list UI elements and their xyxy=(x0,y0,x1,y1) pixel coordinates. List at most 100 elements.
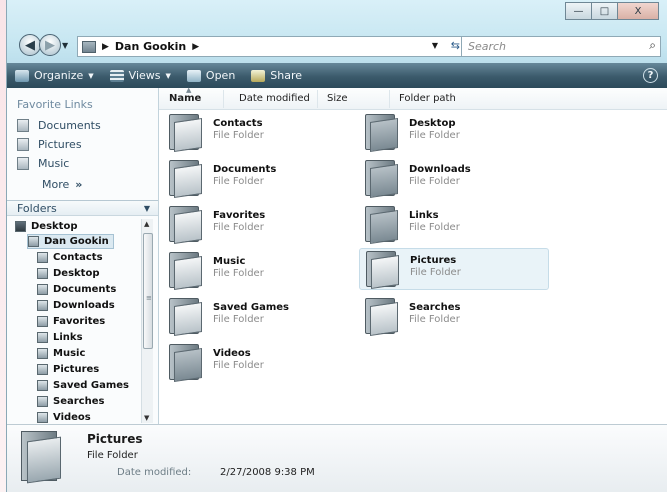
details-type: File Folder xyxy=(87,450,138,461)
grip-icon: ≡ xyxy=(146,294,152,302)
share-button[interactable]: Share xyxy=(243,63,310,88)
tree-item[interactable]: Music xyxy=(37,346,85,361)
share-icon xyxy=(251,69,266,82)
searches-folder-icon xyxy=(365,298,399,336)
tree-item[interactable]: Pictures xyxy=(37,362,99,377)
folder-item-searches[interactable]: Searches File Folder xyxy=(359,296,549,338)
desktop-folder-icon xyxy=(37,268,48,279)
tree-item[interactable]: Links xyxy=(37,330,83,345)
breadcrumb-dan-gookin[interactable]: Dan Gookin xyxy=(115,40,186,53)
double-chevron-icon: » xyxy=(75,177,83,191)
item-name: Links xyxy=(409,210,439,221)
tree-item[interactable]: Contacts xyxy=(37,250,103,265)
favorite-link-documents[interactable]: Documents xyxy=(7,116,158,135)
column-divider[interactable] xyxy=(317,90,318,108)
navigation-pane: Favorite Links Documents Pictures Music … xyxy=(7,88,159,424)
more-links-button[interactable]: More » xyxy=(7,173,158,195)
chevron-down-icon: ▼ xyxy=(88,71,94,80)
documents-icon xyxy=(37,284,48,295)
refresh-icon[interactable]: ⇆ xyxy=(451,39,460,52)
item-name: Saved Games xyxy=(213,302,290,313)
item-type: File Folder xyxy=(213,222,264,233)
forward-button[interactable]: ▶ xyxy=(39,34,61,56)
views-button[interactable]: Views ▼ xyxy=(102,63,179,88)
tree-scrollbar[interactable]: ▲ ≡ ▼ xyxy=(141,219,153,423)
music-icon xyxy=(37,348,48,359)
item-type: File Folder xyxy=(213,176,264,187)
folder-item-pictures[interactable]: Pictures File Folder xyxy=(359,248,549,290)
column-header-date-modified[interactable]: Date modified xyxy=(239,93,310,104)
favorite-links-heading: Favorite Links xyxy=(17,98,93,111)
tree-item[interactable]: Searches xyxy=(37,394,104,409)
tree-item[interactable]: Favorites xyxy=(37,314,105,329)
help-icon[interactable]: ? xyxy=(643,68,658,83)
folder-item-links[interactable]: Links File Folder xyxy=(359,204,549,246)
tree-item[interactable]: Desktop xyxy=(37,266,100,281)
tree-item[interactable]: Downloads xyxy=(37,298,115,313)
favorite-link-label: Documents xyxy=(38,119,101,132)
close-button[interactable]: X xyxy=(617,2,659,20)
caption-buttons: — □ X xyxy=(565,2,659,20)
address-bar[interactable]: ▶ Dan Gookin ▶ ▼ ⇆ xyxy=(77,36,465,57)
folder-item-videos[interactable]: Videos File Folder xyxy=(163,342,353,384)
address-dropdown-icon[interactable]: ▼ xyxy=(432,41,438,50)
favorite-link-music[interactable]: Music xyxy=(7,154,158,173)
explorer-window: — □ X ◀ ▶ ▼ ▶ Dan Gookin ▶ ▼ ⇆ Search ⌕ … xyxy=(6,0,667,492)
tree-item[interactable]: Saved Games xyxy=(37,378,129,393)
favorites-icon xyxy=(37,316,48,327)
downloads-icon xyxy=(37,300,48,311)
pictures-icon xyxy=(37,364,48,375)
downloads-folder-icon xyxy=(365,160,399,198)
tree-item-selected[interactable]: Dan Gookin xyxy=(27,234,114,249)
search-icon[interactable]: ⌕ xyxy=(649,38,656,53)
saved-games-folder-icon xyxy=(169,298,203,336)
folder-item-documents[interactable]: Documents File Folder xyxy=(163,158,353,200)
scroll-down-icon[interactable]: ▼ xyxy=(144,414,149,422)
searches-icon xyxy=(37,396,48,407)
pictures-icon xyxy=(17,138,29,151)
tree-item[interactable]: Videos xyxy=(37,410,91,424)
share-label: Share xyxy=(270,69,303,82)
maximize-button[interactable]: □ xyxy=(591,2,618,20)
folders-header[interactable]: Folders ▼ xyxy=(7,200,158,216)
scroll-up-icon[interactable]: ▲ xyxy=(144,220,149,228)
item-name: Music xyxy=(213,256,246,267)
user-folder-icon xyxy=(28,236,39,247)
item-type: File Folder xyxy=(409,130,460,141)
folder-item-desktop[interactable]: Desktop File Folder xyxy=(359,112,549,154)
column-header-name[interactable]: Name xyxy=(169,93,201,104)
favorite-link-label: Music xyxy=(38,157,70,170)
folder-item-contacts[interactable]: Contacts File Folder xyxy=(163,112,353,154)
links-icon xyxy=(37,332,48,343)
column-divider[interactable] xyxy=(223,90,224,108)
folder-item-downloads[interactable]: Downloads File Folder xyxy=(359,158,549,200)
organize-label: Organize xyxy=(34,69,84,82)
minimize-button[interactable]: — xyxy=(565,2,592,20)
chevron-right-icon[interactable]: ▶ xyxy=(192,42,199,52)
open-icon xyxy=(186,69,201,82)
item-name: Videos xyxy=(213,348,251,359)
folder-item-favorites[interactable]: Favorites File Folder xyxy=(163,204,353,246)
folder-item-music[interactable]: Music File Folder xyxy=(163,250,353,292)
organize-button[interactable]: Organize ▼ xyxy=(7,63,102,88)
column-header-folder-path[interactable]: Folder path xyxy=(399,93,456,104)
search-input[interactable]: Search ⌕ xyxy=(461,36,661,57)
views-icon xyxy=(109,69,124,82)
back-button[interactable]: ◀ xyxy=(19,34,41,56)
scrollbar-thumb[interactable]: ≡ xyxy=(143,233,153,349)
recent-pages-dropdown-icon[interactable]: ▼ xyxy=(62,41,68,50)
computer-icon xyxy=(82,40,96,53)
favorite-link-pictures[interactable]: Pictures xyxy=(7,135,158,154)
tree-item[interactable]: Documents xyxy=(37,282,116,297)
open-button[interactable]: Open xyxy=(179,63,243,88)
tree-item-label: Music xyxy=(53,348,86,359)
chevron-right-icon[interactable]: ▶ xyxy=(102,42,109,52)
tree-item[interactable]: Desktop xyxy=(15,219,78,234)
item-name: Downloads xyxy=(409,164,471,175)
column-divider[interactable] xyxy=(389,90,390,108)
chevron-down-icon: ▼ xyxy=(165,71,171,80)
folders-label: Folders xyxy=(17,201,57,215)
music-icon xyxy=(17,157,29,170)
column-header-size[interactable]: Size xyxy=(327,93,348,104)
folder-item-saved-games[interactable]: Saved Games File Folder xyxy=(163,296,353,338)
